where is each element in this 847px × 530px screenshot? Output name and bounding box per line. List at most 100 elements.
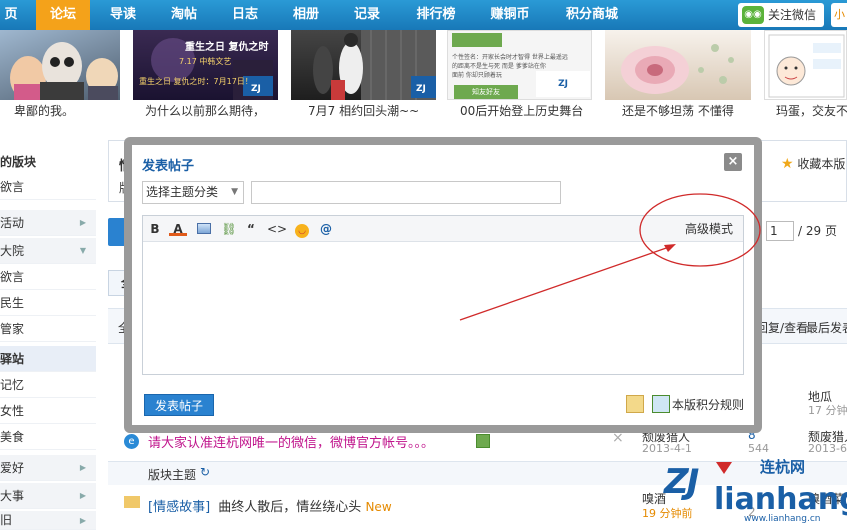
watermark-logo: ZJ [664,462,699,502]
nav-item-taotie[interactable]: 淘帖 [157,0,211,30]
banner-caption-3[interactable]: 7月7 相约回头潮~~ [308,100,419,122]
sidebar-item-food[interactable]: 美食 [0,424,96,450]
sidebar-section-label: 大院 [0,244,25,258]
sidebar-section-old[interactable]: 旧 ▶ [0,511,96,530]
sidebar-section-yard[interactable]: 大院 ▼ [0,238,96,264]
sidebar-section-label: 旧 [0,513,13,527]
filter-box-edge [754,270,847,296]
post-editor: B A ⛓ “ <> ◡ @ 高级模式 [142,215,744,375]
editor-toolbar: B A ⛓ “ <> ◡ @ 高级模式 [143,216,743,242]
new-badge: New [365,500,392,514]
banner-caption-6[interactable]: 玛蛋，交友不 [776,100,847,122]
topic-category-select[interactable]: 选择主题分类 ▼ [142,181,244,204]
page-number-input[interactable]: 1 [766,221,794,241]
refresh-icon[interactable]: ↻ [200,465,210,479]
thumb4-header-block [452,33,502,47]
bold-button[interactable]: B [147,220,163,238]
banner-thumb-3[interactable]: ZJ [291,30,436,100]
chevron-down-icon: ▼ [79,246,86,255]
sidebar-item-memory[interactable]: 记忆 [0,372,96,398]
page-root: 页 论坛 导读 淘帖 日志 相册 记录 排行榜 赚铜币 积分商城 ◉◉ 关注微信… [0,0,847,530]
nav-item-guide[interactable]: 导读 [96,0,150,30]
thread-category-tag[interactable]: [情感故事] [148,500,210,515]
chevron-right-icon: ▶ [79,218,86,227]
watermark-brand-cn: 连杭网 [760,458,806,476]
follow-wechat-button[interactable]: ◉◉ 关注微信 [738,3,824,27]
nav-item-earn-coin[interactable]: 赚铜币 [478,0,542,30]
banner-caption-1[interactable]: 卑鄙的我。 [14,100,74,122]
nav-extra-button[interactable]: 小 [831,3,847,27]
close-dialog-button[interactable]: × [724,153,742,171]
poster-date: 7.17 中韩文艺 [179,57,232,66]
nav-item-rank[interactable]: 排行榜 [405,0,467,30]
svg-text:ZJ: ZJ [416,84,426,94]
banner-caption-4[interactable]: 00后开始登上历史舞台 [460,100,583,122]
minion-illustration [10,42,118,100]
follow-wechat-label: 关注微信 [768,8,817,22]
sidebar-item-1[interactable]: 欲言 [0,174,96,200]
nav-item-record[interactable]: 记录 [340,0,394,30]
row1-last-time: 17 分钟前 [808,404,847,417]
link-button[interactable]: ⛓ [219,220,239,238]
ie-notice-icon: e [124,434,139,449]
cartoon-strip [768,34,845,98]
sidebar-item-steward[interactable]: 管家 [0,316,96,342]
post-content-textarea[interactable] [143,243,743,374]
column-reply-view: 回复/查看 [756,321,809,335]
nav-item-album[interactable]: 相册 [279,0,333,30]
thread-row: [情感故事] 曲终人散后，情丝绕心头 New [148,496,392,515]
advanced-mode-link[interactable]: 高级模式 [685,216,733,242]
column-last-post: 最后发表 [806,321,847,335]
emoji-button[interactable]: ◡ [293,220,311,238]
nav-item-points-mall[interactable]: 积分商城 [556,0,628,30]
banner-caption-2[interactable]: 为什么以前那么期待， [145,100,265,122]
favorite-forum-button[interactable]: ★ 收藏本版 [781,155,845,172]
sidebar-item-female[interactable]: 女性 [0,398,96,424]
watermark-brand-en: lianhang [714,482,847,517]
nav-item-blog[interactable]: 日志 [218,0,272,30]
chevron-right-icon: ▶ [79,463,86,472]
page-total: / 29 页 [798,224,837,238]
nav-item-home[interactable]: 页 [0,0,22,30]
chevron-right-icon: ▶ [79,491,86,500]
rules-icon[interactable] [652,395,670,413]
sidebar-item-station[interactable]: 驿站 [0,346,96,372]
banner-thumb-1[interactable] [0,30,120,100]
sidebar-section-hobby[interactable]: 爱好 ▶ [0,455,96,481]
subject-input[interactable] [251,181,561,204]
sidebar-section-events[interactable]: 大事 ▶ [0,483,96,509]
link-icon: ⛓ [221,222,237,236]
section-topics-label: 版块主题 [148,468,197,482]
banner-thumb-4[interactable]: 个性签名：开家长会时才智得 世界上最遥远 的距离不是生与死 而是 爹爹站在你 面… [447,30,592,100]
nav-item-forum[interactable]: 论坛 [36,0,90,30]
wechat-icon: ◉◉ [742,6,764,24]
image-attachment-icon [476,434,490,448]
sidebar-item-livelihood[interactable]: 民生 [0,290,96,316]
banner-thumb-6[interactable] [764,30,847,100]
image-button[interactable] [195,220,213,238]
sidebar-section-label: 爱好 [0,461,25,475]
star-icon: ★ [781,156,794,172]
image-icon [197,223,211,234]
sidebar-section-label: 大事 [0,489,25,503]
sidebar-section-activity[interactable]: 活动 ▶ [0,210,96,236]
poster-headline: 重生之日 复仇之时 [185,42,269,53]
font-color-button[interactable]: A [169,220,187,236]
thread-title[interactable]: 曲终人散后，情丝绕心头 [218,500,361,515]
banner-thumb-2[interactable]: ZJ 重生之日 复仇之时 7.17 中韩文艺 重生之日 复仇之时：7月17日！ [133,30,278,100]
banner-caption-5[interactable]: 还是不够坦荡 不懂得 [622,100,734,122]
post-thread-dialog: 发表帖子 × 选择主题分类 ▼ B A ⛓ “ <> ◡ @ 高级模式 发表帖子… [132,145,754,425]
folder-icon [124,496,140,508]
banner-thumb-5[interactable] [605,30,751,100]
thumb4-logo: ZJ lianhang [536,71,590,97]
code-button[interactable]: <> [267,220,287,238]
quote-button[interactable]: “ [243,220,259,238]
favorite-forum-label: 收藏本版 [797,157,846,171]
notice-thread-title[interactable]: 请大家认准连杭网唯一的微信，微博官方帐号。。。 [148,432,434,451]
watermark-url: www.lianhang.cn [744,514,821,524]
forum-points-rules-link[interactable]: 本版积分规则 [672,395,744,415]
submit-post-button[interactable]: 发表帖子 [144,394,214,416]
points-icon[interactable] [626,395,644,413]
sidebar-item-speak[interactable]: 欲言 [0,264,96,290]
mention-button[interactable]: @ [317,220,335,238]
